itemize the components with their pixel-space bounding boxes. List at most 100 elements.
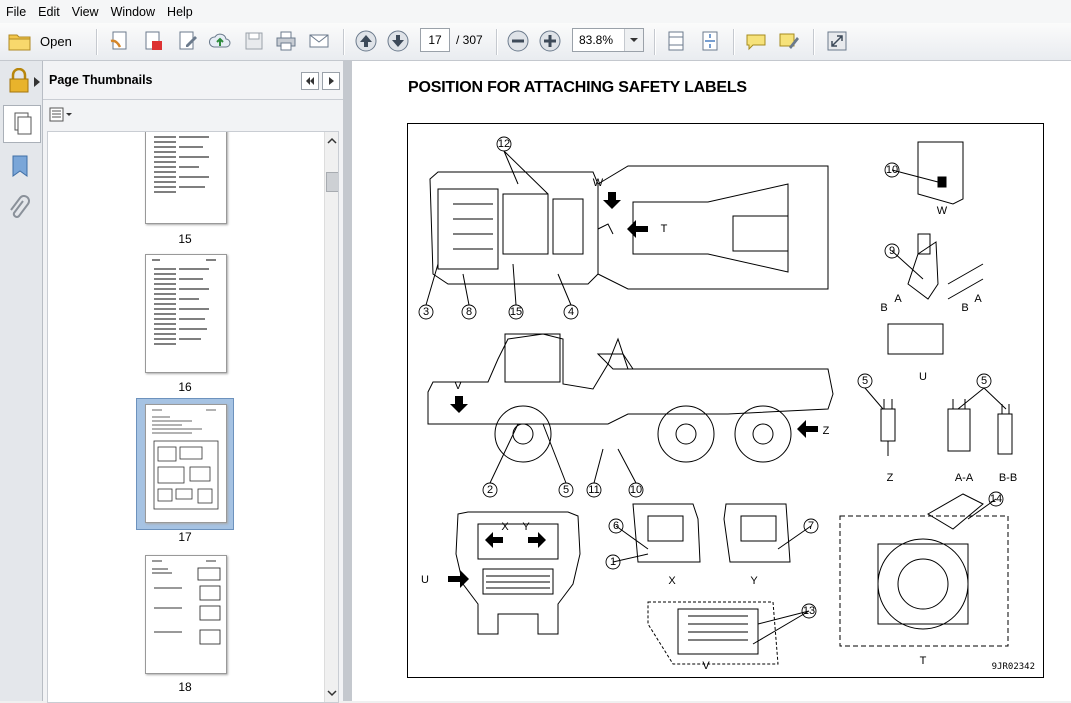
svg-text:10: 10	[630, 484, 642, 496]
svg-text:T: T	[661, 223, 668, 235]
thumbnails-scrollbar[interactable]	[324, 132, 339, 702]
create-pdf-icon[interactable]	[108, 29, 132, 53]
cloud-upload-icon[interactable]	[208, 29, 232, 53]
thumbnail-page-16[interactable]	[145, 254, 227, 373]
zoom-in-icon[interactable]	[538, 29, 562, 53]
menu-view[interactable]: View	[66, 5, 105, 19]
panel-header: Page Thumbnails	[43, 61, 343, 100]
svg-text:14: 14	[990, 493, 1002, 505]
toolbar: Open 17 / 307 83.8%	[0, 23, 1071, 61]
save-icon[interactable]	[242, 29, 266, 53]
thumbnail-label: 17	[178, 530, 192, 544]
menu-help[interactable]: Help	[161, 5, 199, 19]
svg-text:B: B	[961, 302, 968, 314]
svg-text:Y: Y	[522, 521, 530, 533]
panel-next-button[interactable]	[322, 72, 340, 90]
menu-file[interactable]: File	[0, 5, 32, 19]
previous-page-icon[interactable]	[354, 29, 378, 53]
next-page-icon[interactable]	[386, 29, 410, 53]
navigation-rail	[0, 61, 43, 701]
menu-window[interactable]: Window	[105, 5, 161, 19]
svg-text:X: X	[668, 575, 676, 587]
page-total: / 307	[456, 33, 483, 47]
svg-text:Z: Z	[887, 472, 894, 484]
menu-bar: File Edit View Window Help	[0, 0, 1071, 24]
scroll-down-icon[interactable]	[325, 686, 339, 700]
svg-text:5: 5	[563, 484, 569, 496]
svg-text:7: 7	[808, 520, 814, 532]
print-icon[interactable]	[274, 29, 298, 53]
svg-text:W: W	[593, 177, 604, 189]
bookmark-icon[interactable]	[8, 153, 32, 182]
svg-text:3: 3	[423, 306, 429, 318]
email-icon[interactable]	[307, 29, 331, 53]
thumbnail-page-15[interactable]	[145, 132, 227, 224]
zoom-select[interactable]: 83.8%	[572, 28, 644, 52]
svg-text:B-B: B-B	[999, 472, 1017, 484]
svg-text:T: T	[920, 655, 927, 667]
svg-text:2: 2	[487, 484, 493, 496]
thumbnail-label: 16	[178, 380, 192, 394]
thumbnails-list[interactable]: 15 16 17 18	[47, 131, 339, 703]
svg-text:Z: Z	[823, 425, 830, 437]
safety-labels-figure: 12 3 8 15 4 10 9 5 5 2 5 11 10 6 1 7 13 14 W T V Z U X Y…	[407, 123, 1044, 678]
toolbar-separator	[733, 29, 735, 55]
svg-text:U: U	[919, 371, 927, 383]
panel-splitter[interactable]	[343, 61, 352, 701]
svg-text:A: A	[974, 293, 982, 305]
thumbnail-page-18[interactable]	[145, 555, 227, 674]
chevron-right-icon	[329, 77, 334, 85]
edit-pdf-icon[interactable]	[176, 29, 200, 53]
expand-panel-icon[interactable]	[33, 76, 41, 90]
document-view[interactable]: POSITION FOR ATTACHING SAFETY LABELS 12 …	[352, 61, 1071, 701]
svg-text:5: 5	[862, 375, 868, 387]
page-title: POSITION FOR ATTACHING SAFETY LABELS	[408, 79, 747, 96]
svg-text:B: B	[880, 302, 887, 314]
page-thumbnails-tab[interactable]	[3, 105, 41, 143]
svg-text:13: 13	[803, 605, 815, 617]
scroll-up-icon[interactable]	[325, 134, 339, 148]
svg-text:1: 1	[610, 556, 616, 568]
svg-text:8: 8	[466, 306, 472, 318]
double-chevron-left-icon	[306, 77, 314, 85]
toolbar-separator	[813, 29, 815, 55]
svg-text:W: W	[937, 205, 948, 217]
thumbnail-page-17[interactable]	[145, 404, 227, 523]
figure-code: 9JR02342	[991, 662, 1035, 672]
options-menu-icon	[49, 107, 72, 122]
fit-width-icon[interactable]	[664, 29, 688, 53]
folder-icon	[8, 34, 31, 51]
page-number-input[interactable]: 17	[420, 28, 450, 52]
svg-text:U: U	[421, 574, 429, 586]
svg-text:Y: Y	[750, 575, 758, 587]
thumbnail-label: 18	[178, 680, 192, 694]
toolbar-separator	[343, 29, 345, 55]
menu-edit[interactable]: Edit	[32, 5, 66, 19]
lock-icon[interactable]	[8, 67, 30, 97]
attachment-icon[interactable]	[7, 195, 31, 226]
open-button[interactable]: Open	[7, 29, 72, 53]
expand-icon[interactable]	[825, 29, 849, 53]
svg-text:A-A: A-A	[955, 472, 974, 484]
chevron-down-icon[interactable]	[624, 29, 643, 51]
thumbnail-options-button[interactable]	[49, 107, 75, 126]
svg-text:X: X	[501, 521, 509, 533]
svg-text:12: 12	[498, 138, 510, 150]
svg-text:4: 4	[568, 306, 574, 318]
scrollbar-thumb[interactable]	[326, 172, 338, 192]
zoom-out-icon[interactable]	[506, 29, 530, 53]
svg-text:9: 9	[889, 245, 895, 257]
highlight-icon[interactable]	[777, 29, 801, 53]
toolbar-separator	[496, 29, 498, 55]
panel-title: Page Thumbnails	[49, 73, 153, 87]
toolbar-separator	[654, 29, 656, 55]
collapse-panel-button[interactable]	[301, 72, 319, 90]
comment-icon[interactable]	[744, 29, 768, 53]
svg-text:15: 15	[510, 306, 522, 318]
svg-text:A: A	[894, 293, 902, 305]
fit-page-icon[interactable]	[698, 29, 722, 53]
export-pdf-icon[interactable]	[141, 29, 165, 53]
thumbnails-panel: Page Thumbnails 15 16 17 18	[43, 61, 343, 703]
svg-text:5: 5	[981, 375, 987, 387]
svg-text:6: 6	[613, 520, 619, 532]
